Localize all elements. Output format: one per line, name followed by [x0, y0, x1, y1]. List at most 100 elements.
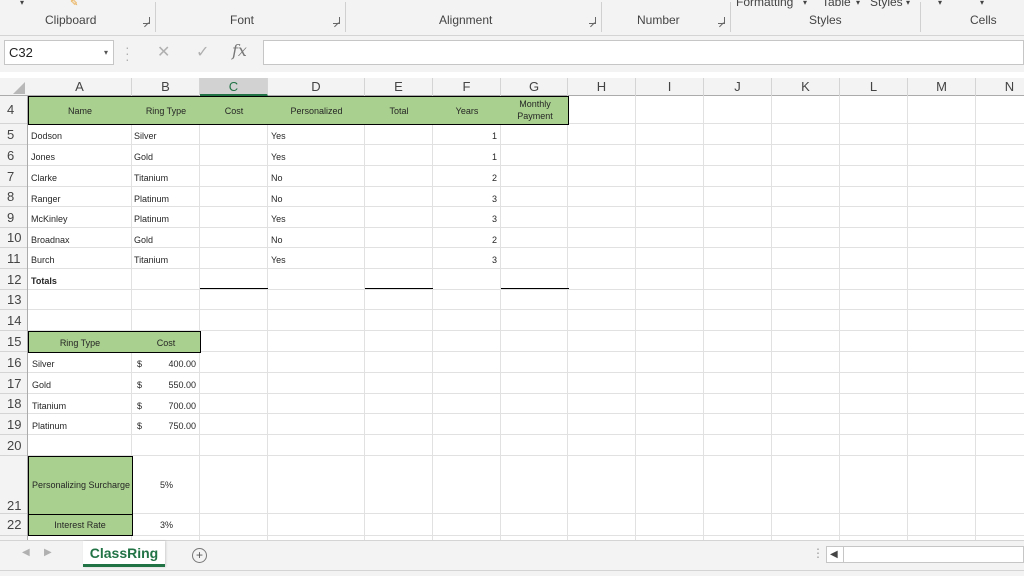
group-divider	[345, 2, 346, 32]
chevron-down-icon[interactable]: ▾	[104, 41, 108, 64]
name-box[interactable]: C32 ▾	[4, 40, 114, 65]
cell-personalized: No	[271, 173, 283, 183]
select-all-button[interactable]	[0, 78, 28, 96]
header-cost: Cost	[224, 106, 244, 116]
format-as-table-button[interactable]: Table	[822, 0, 851, 9]
row-header-7[interactable]: 7	[0, 166, 27, 187]
row-header-22[interactable]: 22	[0, 514, 27, 536]
row-header-9[interactable]: 9	[0, 207, 27, 228]
cost-table-type: Platinum	[32, 421, 68, 431]
cells-group-label: Cells	[970, 13, 997, 27]
cell-personalized: No	[271, 194, 283, 204]
gridline-horizontal	[28, 186, 1024, 187]
column-header-b[interactable]: B	[132, 78, 200, 96]
row-header-10[interactable]: 10	[0, 228, 27, 248]
formula-bar: C32 ▾ · · · ✕ ✓ fx	[0, 36, 1024, 72]
gridline-vertical	[703, 96, 704, 540]
row-header-8[interactable]: 8	[0, 187, 27, 207]
column-header-a[interactable]: A	[28, 78, 132, 96]
row-header-17[interactable]: 17	[0, 373, 27, 394]
header-monthly-payment: Monthly Payment	[517, 99, 553, 121]
cell-name: Clarke	[31, 173, 58, 183]
horizontal-scrollbar[interactable]: ◀	[826, 546, 1024, 563]
row-header-5[interactable]: 5	[0, 124, 27, 145]
gridline-vertical	[635, 96, 636, 540]
styles-group-label: Styles	[809, 13, 842, 27]
conditional-formatting-button[interactable]: Formatting	[736, 0, 793, 9]
cell-name: Dodson	[31, 131, 63, 141]
row-header-11[interactable]: 11	[0, 248, 27, 269]
gridline-vertical	[500, 96, 501, 540]
column-header-l[interactable]: L	[840, 78, 908, 96]
font-launcher-icon[interactable]	[333, 17, 340, 24]
group-divider	[730, 2, 731, 32]
header-name: Name	[67, 106, 92, 116]
column-header-i[interactable]: I	[636, 78, 704, 96]
cost-table-type: Silver	[32, 359, 55, 369]
column-header-d[interactable]: D	[268, 78, 365, 96]
ribbon: Formatting ▾ Table ▾ Styles ▾ ▾ ▾ ▾ ✎ Cl…	[0, 0, 1024, 36]
row-header-12[interactable]: 12	[0, 269, 27, 290]
alignment-launcher-icon[interactable]	[589, 17, 596, 24]
totals-label: Totals	[31, 276, 57, 286]
cost-table-cost: 750.00	[168, 421, 196, 431]
row-header-20[interactable]: 20	[0, 435, 27, 456]
number-group-label: Number	[637, 13, 680, 27]
interest-value: 3%	[160, 520, 174, 530]
worksheet-grid[interactable]: Name Ring Type Cost Personalized Total Y…	[28, 96, 1024, 540]
splitter-dots-icon[interactable]: ⋮	[812, 546, 824, 560]
cancel-icon[interactable]: ✕	[157, 42, 170, 62]
gridline-horizontal	[28, 309, 1024, 310]
group-divider	[920, 2, 921, 32]
add-sheet-button[interactable]: +	[192, 548, 207, 563]
gridline-horizontal	[28, 372, 1024, 373]
column-header-g[interactable]: G	[501, 78, 568, 96]
insert-function-button[interactable]: fx	[232, 41, 247, 60]
number-launcher-icon[interactable]	[718, 17, 725, 24]
interest-label: Interest Rate	[54, 520, 106, 530]
column-header-f[interactable]: F	[433, 78, 501, 96]
column-header-k[interactable]: K	[772, 78, 840, 96]
gridline-horizontal	[28, 413, 1024, 414]
row-header-13[interactable]: 13	[0, 290, 27, 310]
cell-years: 3	[491, 214, 497, 224]
row-header-6[interactable]: 6	[0, 145, 27, 166]
column-header-c[interactable]: C	[200, 78, 268, 96]
gridline-vertical	[432, 96, 433, 540]
gridline-horizontal	[28, 434, 1024, 435]
splitter-dots-icon[interactable]: · · ·	[125, 40, 130, 66]
chevron-down-icon: ▾	[856, 0, 861, 7]
row-header-16[interactable]: 16	[0, 352, 27, 373]
row-header-15[interactable]: 15	[0, 331, 27, 352]
column-header-e[interactable]: E	[365, 78, 433, 96]
gridline-horizontal	[28, 268, 1024, 269]
row-header-4[interactable]: 4	[0, 96, 27, 124]
column-header-j[interactable]: J	[704, 78, 772, 96]
cell-personalized: Yes	[271, 152, 286, 162]
row-header-19[interactable]: 19	[0, 414, 27, 435]
column-header-m[interactable]: M	[908, 78, 976, 96]
gridline-horizontal	[28, 535, 1024, 536]
name-box-value: C32	[9, 45, 33, 60]
font-group-label: Font	[230, 13, 255, 27]
row-header-18[interactable]: 18	[0, 394, 27, 414]
scroll-left-icon[interactable]: ◀	[830, 547, 838, 562]
row-header-21[interactable]: 21	[0, 456, 27, 514]
cell-personalized: Yes	[271, 214, 286, 224]
enter-icon[interactable]: ✓	[196, 42, 209, 62]
column-header-n[interactable]: N	[976, 78, 1024, 96]
surcharge-value: 5%	[160, 480, 174, 490]
sheet-tab-classring[interactable]: ClassRing	[83, 541, 165, 567]
gridline-horizontal	[28, 393, 1024, 394]
chevron-down-icon: ▾	[20, 0, 25, 7]
scroll-tabs-left-icon[interactable]: ◀	[22, 547, 30, 558]
column-header-h[interactable]: H	[568, 78, 636, 96]
row-header-14[interactable]: 14	[0, 310, 27, 331]
cell-styles-button[interactable]: Styles	[870, 0, 903, 9]
formula-input[interactable]	[263, 40, 1024, 65]
header-ring-type: Ring Type	[145, 106, 187, 116]
format-painter-icon[interactable]: ✎	[70, 0, 78, 9]
cost-table-header-type: Ring Type	[59, 338, 101, 348]
scroll-tabs-right-icon[interactable]: ▶	[44, 547, 52, 558]
clipboard-launcher-icon[interactable]	[143, 17, 150, 24]
